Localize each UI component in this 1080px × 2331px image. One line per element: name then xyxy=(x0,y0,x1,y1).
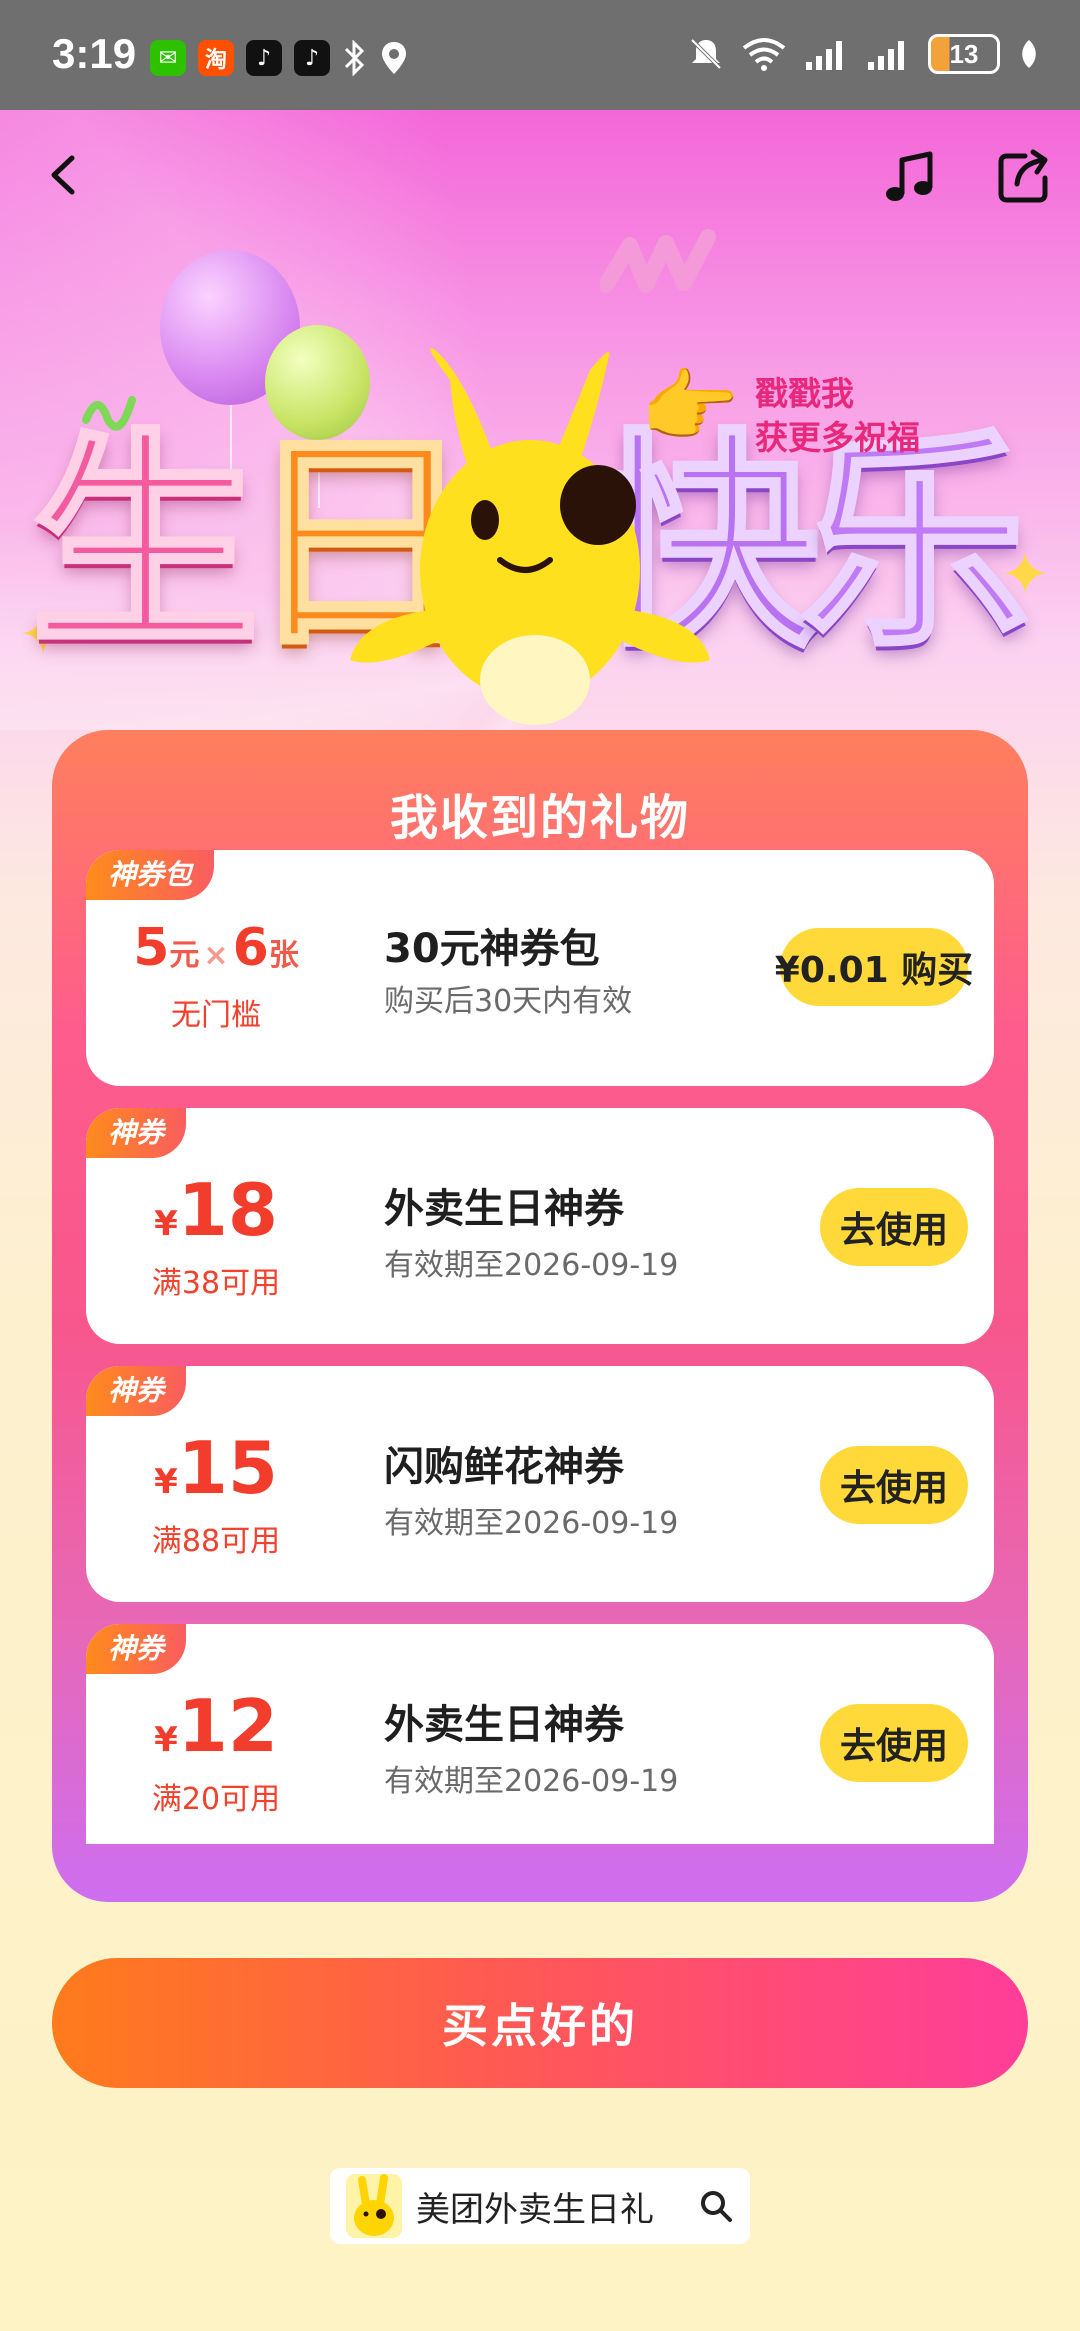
coupon-condition: 满20可用 xyxy=(151,1782,281,1817)
coupon-amount: 18 xyxy=(177,1168,278,1252)
share-button[interactable] xyxy=(995,146,1055,206)
yen-symbol: ¥ xyxy=(154,1462,178,1502)
coupon-card[interactable]: 神券 ¥15 满88可用 闪购鲜花神券 有效期至2026-09-19 去使用 xyxy=(86,1366,994,1602)
coupon-pack-card[interactable]: 神券包 5元 ×6张 无门槛 30元神券包 购买后30天内有效 ¥0.01 购买 xyxy=(86,850,994,1086)
tiktok-icon: ♪ xyxy=(294,40,330,76)
pack-count-unit: 张 xyxy=(268,938,299,973)
card-name: 外卖生日神券 xyxy=(384,1702,624,1748)
use-button[interactable]: 去使用 xyxy=(820,1446,968,1524)
leaf-icon xyxy=(1022,40,1036,68)
coupon-amount: 15 xyxy=(177,1426,278,1510)
card-desc: 购买后30天内有效 xyxy=(384,984,633,1019)
coupon-amount-line: ¥12 xyxy=(86,1690,346,1762)
buy-button[interactable]: ¥0.01 购买 xyxy=(775,928,973,1006)
card-desc: 有效期至2026-09-19 xyxy=(384,1248,679,1283)
poke-line-2: 获更多祝福 xyxy=(755,418,920,457)
coupon-amount-block: ¥12 满20可用 xyxy=(86,1690,346,1818)
birthday-gift-page: 3:19 ✉ 淘 ♪ ♪ 13 ✦ ✦ 生 日 快 乐 👉 戳戳我 获更多祝福 … xyxy=(0,0,1080,2331)
gift-panel-title: 我收到的礼物 xyxy=(389,790,690,846)
pack-count: 6 xyxy=(232,918,269,978)
banner-title-char: 乐 xyxy=(798,411,1032,678)
coupon-condition: 满38可用 xyxy=(151,1266,281,1301)
pointing-hand-icon[interactable]: 👉 xyxy=(640,360,740,454)
card-tag: 神券 xyxy=(86,1624,187,1674)
mute-icon xyxy=(690,38,722,70)
bluetooth-icon xyxy=(344,40,365,76)
use-button[interactable]: 去使用 xyxy=(820,1704,968,1782)
pack-amount-block: 5元 ×6张 无门槛 xyxy=(86,912,346,1034)
pack-condition: 无门槛 xyxy=(171,998,261,1033)
squiggle-decoration xyxy=(600,229,716,293)
poke-line-1: 戳戳我 xyxy=(755,374,854,413)
card-name: 外卖生日神券 xyxy=(384,1186,624,1232)
search-chip-label: 美团外卖生日礼 xyxy=(416,2189,654,2230)
search-chip[interactable]: 美团外卖生日礼 xyxy=(330,2168,750,2244)
music-button[interactable] xyxy=(880,148,940,208)
signal-icon xyxy=(806,41,842,70)
yen-symbol: ¥ xyxy=(154,1720,178,1760)
coupon-card[interactable]: 神券 ¥12 满20可用 外卖生日神券 有效期至2026-09-19 去使用 xyxy=(86,1624,994,1844)
status-right-icons: 13 xyxy=(688,34,1040,74)
signal-icon xyxy=(868,41,904,70)
coupon-amount-block: ¥15 满88可用 xyxy=(86,1432,346,1560)
coupon-amount-line: ¥18 xyxy=(86,1174,346,1246)
card-desc: 有效期至2026-09-19 xyxy=(384,1506,679,1541)
coupon-condition: 满88可用 xyxy=(151,1524,281,1559)
status-time: 3:19 xyxy=(52,30,137,77)
card-tag: 神券 xyxy=(86,1108,187,1158)
status-bar: 3:19 ✉ 淘 ♪ ♪ 13 xyxy=(0,0,1080,110)
wifi-icon xyxy=(742,38,786,71)
status-app-icons: ✉ 淘 ♪ ♪ xyxy=(150,40,408,76)
taobao-icon: 淘 xyxy=(198,40,234,76)
mascot-avatar xyxy=(346,2174,402,2238)
buy-something-good-button[interactable]: 买点好的 xyxy=(52,1958,1028,2088)
coupon-card[interactable]: 神券 ¥18 满38可用 外卖生日神券 有效期至2026-09-19 去使用 xyxy=(86,1108,994,1344)
pack-amount-unit: 元 xyxy=(169,938,200,973)
use-button[interactable]: 去使用 xyxy=(820,1188,968,1266)
card-tag: 神券 xyxy=(86,1366,187,1416)
coupon-amount-line: ¥15 xyxy=(86,1432,346,1504)
pack-amount-line: 5元 ×6张 xyxy=(86,918,346,978)
pack-amount: 5 xyxy=(133,918,170,978)
card-tag: 神券包 xyxy=(86,850,215,900)
location-icon xyxy=(382,42,406,74)
back-button[interactable] xyxy=(40,150,90,200)
coupon-amount: 12 xyxy=(177,1684,278,1768)
card-name: 30元神券包 xyxy=(384,926,600,972)
yen-symbol: ¥ xyxy=(154,1204,178,1244)
card-name: 闪购鲜花神券 xyxy=(384,1444,624,1490)
card-desc: 有效期至2026-09-19 xyxy=(384,1764,679,1799)
poke-me-hint[interactable]: 戳戳我 获更多祝福 xyxy=(755,372,920,460)
wechat-icon: ✉ xyxy=(150,40,186,76)
times-icon: × xyxy=(203,938,229,973)
banner-title-char: 生 xyxy=(28,411,262,678)
search-icon xyxy=(701,2191,732,2222)
tiktok-icon: ♪ xyxy=(246,40,282,76)
coupon-amount-block: ¥18 满38可用 xyxy=(86,1174,346,1302)
battery-indicator: 13 xyxy=(928,34,1000,74)
gift-panel: 我收到的礼物 神券包 5元 ×6张 无门槛 30元神券包 购买后30天内有效 ¥0… xyxy=(52,730,1028,1902)
